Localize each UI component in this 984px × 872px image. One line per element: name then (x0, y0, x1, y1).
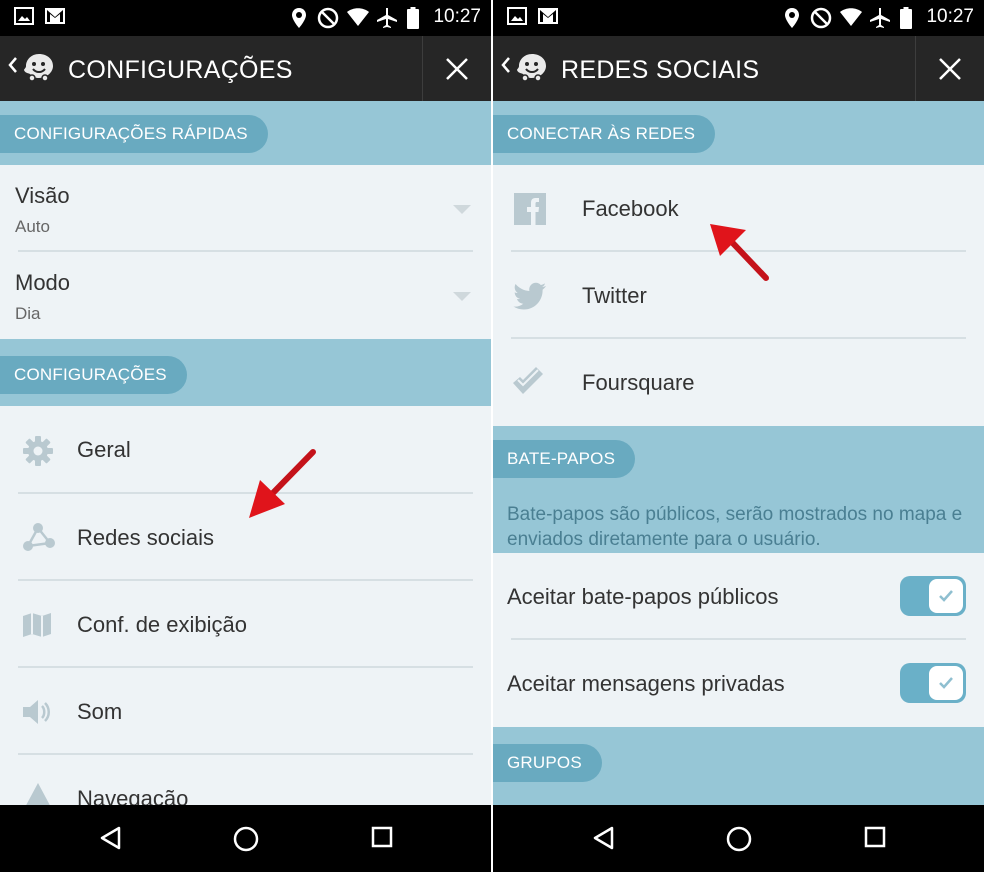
item-label: Navegação (77, 786, 189, 805)
settings-item-sound[interactable]: Som (0, 668, 491, 755)
section-quick-settings: CONFIGURAÇÕES RÁPIDAS (0, 101, 491, 165)
clock: 10:27 (433, 6, 481, 27)
quick-item-vision[interactable]: Visão Auto (0, 165, 491, 252)
close-icon[interactable] (445, 57, 469, 81)
home-nav-icon[interactable] (233, 826, 259, 852)
airplane-mode-icon (377, 8, 397, 28)
appbar-divider (915, 36, 916, 101)
section-title: CONFIGURAÇÕES RÁPIDAS (0, 115, 268, 153)
battery-icon (900, 7, 912, 29)
airplane-mode-icon (870, 8, 890, 28)
right-phone-screen: 10:27 REDES SOCIAIS CONECTAR ÀS REDES Fa… (493, 0, 984, 872)
section-chats: BATE-PAPOS Bate-papos são públicos, serã… (493, 426, 984, 553)
foursquare-icon (513, 367, 543, 394)
quick-item-mode[interactable]: Modo Dia (0, 252, 491, 339)
section-settings: CONFIGURAÇÕES (0, 339, 491, 406)
map-icon (23, 613, 51, 637)
chat-description: Bate-papos são públicos, serão mostrados… (507, 504, 963, 550)
item-value: Dia (15, 304, 41, 323)
waze-logo-icon[interactable] (515, 51, 549, 83)
home-nav-icon[interactable] (726, 826, 752, 852)
wifi-icon (347, 8, 369, 26)
gear-icon (23, 436, 53, 466)
location-icon (292, 8, 306, 28)
annotation-arrow (710, 224, 769, 281)
item-label: Modo (15, 270, 71, 295)
speaker-icon (23, 700, 50, 724)
appbar-divider (422, 36, 423, 101)
do-not-disturb-icon (810, 7, 832, 29)
twitter-icon (513, 282, 546, 310)
item-label: Redes sociais (77, 525, 214, 550)
image-notification-icon (507, 7, 527, 25)
system-nav-bar (0, 805, 491, 872)
page-title: REDES SOCIAIS (561, 56, 760, 84)
gmail-notification-icon (538, 8, 558, 24)
toggle-label: Aceitar bate-papos públicos (507, 584, 779, 609)
dropdown-arrow-icon (453, 292, 471, 301)
settings-item-navigation[interactable]: Navegação (0, 755, 491, 805)
item-value: Auto (15, 217, 50, 236)
close-icon[interactable] (938, 57, 962, 81)
section-title: CONFIGURAÇÕES (0, 356, 187, 394)
dropdown-arrow-icon (453, 205, 471, 214)
annotation-arrow (249, 449, 316, 518)
item-label: Conf. de exibição (77, 612, 247, 637)
clock: 10:27 (926, 6, 974, 27)
recents-nav-icon[interactable] (371, 826, 393, 848)
section-title: BATE-PAPOS (493, 440, 636, 478)
do-not-disturb-icon (317, 7, 339, 29)
item-label: Som (77, 699, 123, 724)
back-nav-icon[interactable] (99, 826, 121, 850)
section-title: GRUPOS (493, 744, 602, 782)
private-messages-switch[interactable] (900, 663, 966, 703)
back-nav-icon[interactable] (592, 826, 614, 850)
waze-logo-icon[interactable] (22, 51, 56, 83)
location-icon (785, 8, 799, 28)
navigation-icon (26, 783, 50, 805)
gmail-notification-icon (45, 8, 65, 24)
switch-knob (929, 666, 963, 700)
toggle-label: Aceitar mensagens privadas (507, 671, 785, 696)
wifi-icon (840, 8, 862, 26)
app-bar: REDES SOCIAIS (493, 36, 984, 101)
chat-toggle-private[interactable]: Aceitar mensagens privadas (493, 640, 984, 727)
page-title: CONFIGURAÇÕES (68, 56, 293, 84)
item-label: Twitter (582, 283, 647, 308)
battery-icon (407, 7, 419, 29)
facebook-icon (514, 193, 546, 225)
public-chat-switch[interactable] (900, 576, 966, 616)
section-groups: GRUPOS (493, 727, 984, 805)
check-icon (939, 677, 953, 689)
settings-item-display[interactable]: Conf. de exibição (0, 581, 491, 668)
image-notification-icon (14, 7, 34, 25)
status-bar: 10:27 (493, 0, 984, 36)
share-network-icon (23, 523, 55, 551)
item-label: Visão (15, 183, 70, 208)
switch-knob (929, 579, 963, 613)
item-label: Facebook (582, 196, 679, 221)
item-label: Foursquare (582, 370, 695, 395)
status-bar: 10:27 (0, 0, 491, 36)
chat-toggle-public[interactable]: Aceitar bate-papos públicos (493, 553, 984, 640)
network-item-foursquare[interactable]: Foursquare (493, 339, 984, 426)
section-connect-networks: CONECTAR ÀS REDES (493, 101, 984, 165)
back-chevron-icon[interactable] (501, 56, 511, 74)
app-bar: CONFIGURAÇÕES (0, 36, 491, 101)
left-phone-screen: 10:27 CONFIGURAÇÕES CONFIGURAÇÕES RÁPIDA… (0, 0, 491, 872)
item-label: Geral (77, 437, 131, 462)
section-title: CONECTAR ÀS REDES (493, 115, 716, 153)
system-nav-bar (493, 805, 984, 872)
recents-nav-icon[interactable] (864, 826, 886, 848)
back-chevron-icon[interactable] (8, 56, 18, 74)
check-icon (939, 590, 953, 602)
